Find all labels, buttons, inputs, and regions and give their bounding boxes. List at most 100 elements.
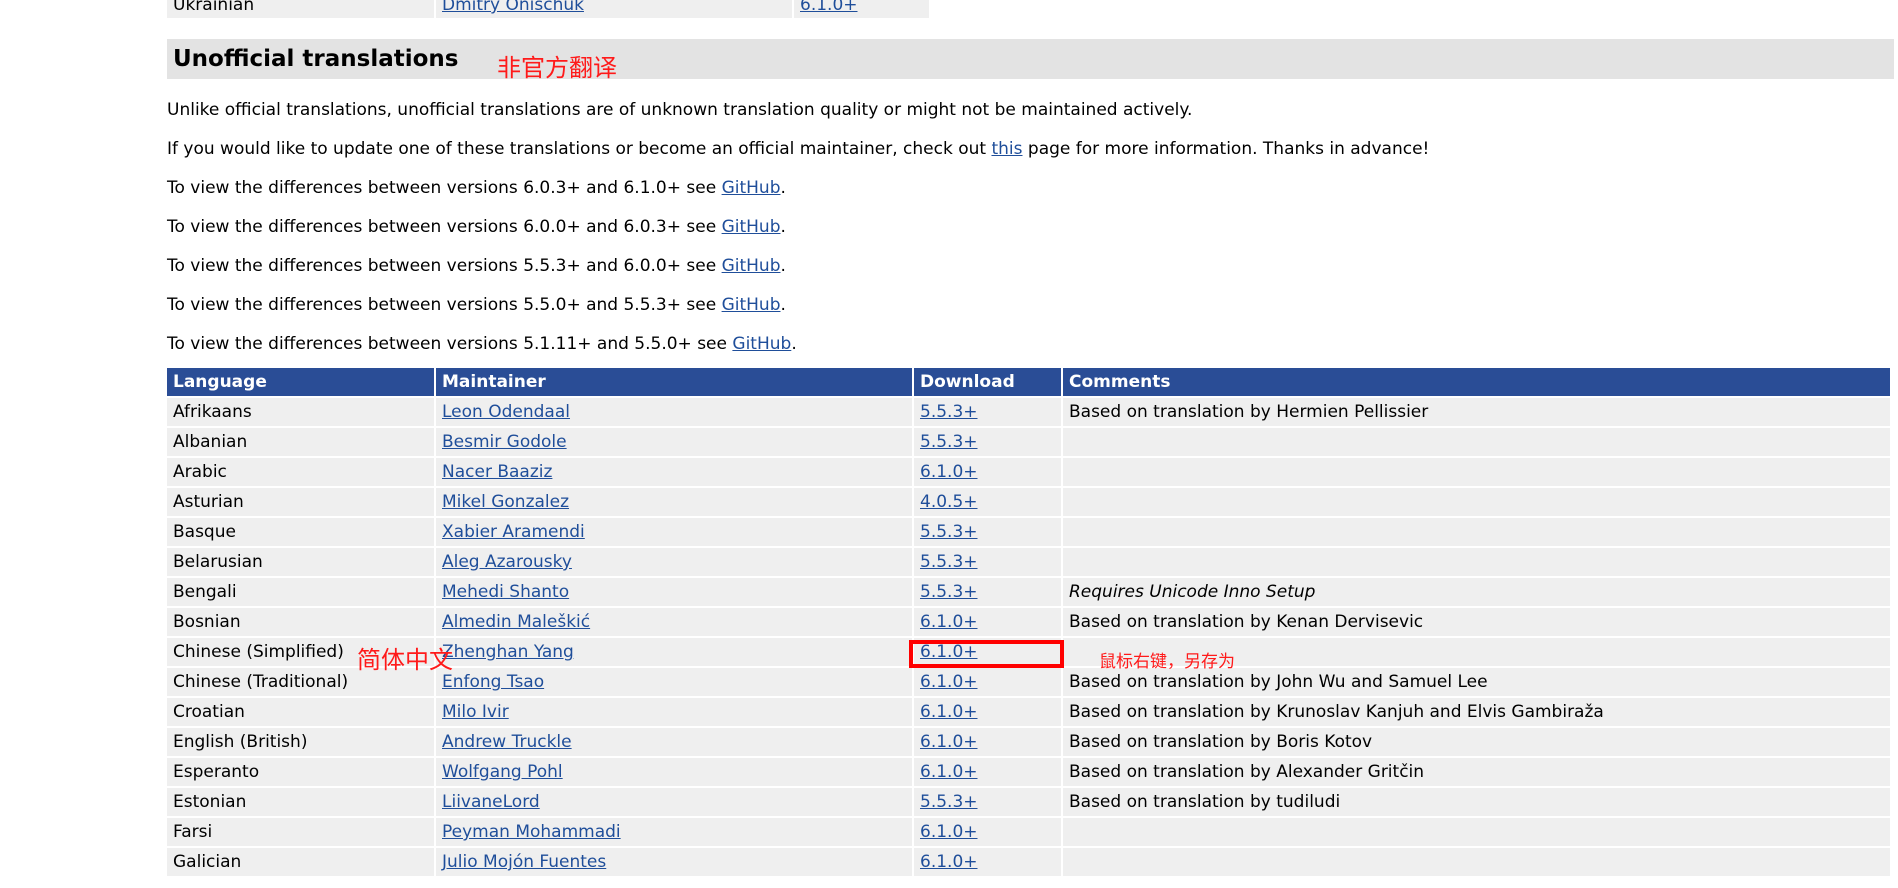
maintainer-cell: Nacer Baaziz — [436, 458, 912, 486]
diff-text: To view the differences between versions… — [167, 334, 733, 354]
maintainer-cell: Mehedi Shanto — [436, 578, 912, 606]
comment-cell: Based on translation by Hermien Pellissi… — [1063, 398, 1890, 426]
diff-paragraph: To view the differences between versions… — [167, 256, 786, 276]
maintainer-cell: Peyman Mohammadi — [436, 818, 912, 846]
language-cell: Bengali — [167, 578, 434, 606]
diff-text: To view the differences between versions… — [167, 217, 722, 237]
maintainer-link[interactable]: Wolfgang Pohl — [442, 762, 563, 782]
comment-cell — [1063, 488, 1890, 516]
maintainer-link[interactable]: Xabier Aramendi — [442, 522, 585, 542]
diff-end: . — [780, 256, 786, 276]
table-row: Albanian Besmir Godole 5.5.3+ — [167, 428, 1890, 456]
download-cell: 5.5.3+ — [914, 788, 1061, 816]
download-cell: 6.1.0+ — [914, 458, 1061, 486]
maintainer-link[interactable]: Besmir Godole — [442, 432, 567, 452]
top-row-download-link[interactable]: 6.1.0+ — [800, 0, 858, 15]
maintainer-link[interactable]: Peyman Mohammadi — [442, 822, 621, 842]
comment-cell — [1063, 518, 1890, 546]
update-text-after: page for more information. Thanks in adv… — [1022, 139, 1430, 159]
language-cell: Esperanto — [167, 758, 434, 786]
comment-cell — [1063, 428, 1890, 456]
download-link[interactable]: 6.1.0+ — [920, 762, 978, 782]
download-link[interactable]: 6.1.0+ — [920, 612, 978, 632]
download-link[interactable]: 5.5.3+ — [920, 792, 978, 812]
table-row: Afrikaans Leon Odendaal 5.5.3+ Based on tra… — [167, 398, 1890, 426]
download-link[interactable]: 6.1.0+ — [920, 462, 978, 482]
diff-end: . — [780, 295, 786, 315]
maintainer-cell: Julio Mojón Fuentes — [436, 848, 912, 876]
download-link[interactable]: 5.5.3+ — [920, 432, 978, 452]
table-row: Asturian Mikel Gonzalez 4.0.5+ — [167, 488, 1890, 516]
maintainer-link[interactable]: Zhenghan Yang — [442, 642, 574, 662]
maintainer-link[interactable]: Mikel Gonzalez — [442, 492, 569, 512]
this-page-link[interactable]: this — [991, 139, 1022, 159]
language-cell: Croatian — [167, 698, 434, 726]
maintainer-cell: LiivaneLord — [436, 788, 912, 816]
maintainer-cell: Leon Odendaal — [436, 398, 912, 426]
top-row-maintainer: Dmitry Onischuk — [436, 0, 792, 18]
diff-end: . — [791, 334, 797, 354]
comment-cell — [1063, 818, 1890, 846]
download-link[interactable]: 6.1.0+ — [920, 672, 978, 692]
diff-paragraph: To view the differences between versions… — [167, 178, 786, 198]
header-comments: Comments — [1063, 368, 1890, 396]
maintainer-link[interactable]: Mehedi Shanto — [442, 582, 569, 602]
maintainer-link[interactable]: Andrew Truckle — [442, 732, 572, 752]
maintainer-cell: Zhenghan Yang — [436, 638, 912, 666]
github-link[interactable]: GitHub — [722, 178, 781, 198]
comment-cell: Based on translation by Boris Kotov — [1063, 728, 1890, 756]
download-link[interactable]: 6.1.0+ — [920, 732, 978, 752]
top-partial-row: Ukrainian Dmitry Onischuk 6.1.0+ — [167, 0, 1894, 18]
header-download: Download — [914, 368, 1061, 396]
comment-cell: Based on translation by Krunoslav Kanjuh… — [1063, 698, 1890, 726]
diff-paragraph: To view the differences between versions… — [167, 334, 797, 354]
maintainer-link[interactable]: LiivaneLord — [442, 792, 540, 812]
annotation-unofficial: 非官方翻译 — [497, 54, 617, 82]
download-link[interactable]: 5.5.3+ — [920, 402, 978, 422]
intro-paragraph: Unlike official translations, unofficial… — [167, 100, 1193, 120]
maintainer-cell: Andrew Truckle — [436, 728, 912, 756]
top-row-download: 6.1.0+ — [794, 0, 929, 18]
download-link[interactable]: 5.5.3+ — [920, 552, 978, 572]
maintainer-link[interactable]: Julio Mojón Fuentes — [442, 852, 606, 872]
download-link[interactable]: 5.5.3+ — [920, 582, 978, 602]
update-paragraph: If you would like to update one of these… — [167, 139, 1429, 159]
github-link[interactable]: GitHub — [732, 334, 791, 354]
download-cell: 5.5.3+ — [914, 578, 1061, 606]
maintainer-cell: Aleg Azarousky — [436, 548, 912, 576]
annotation-simplified-chinese: 简体中文 — [357, 646, 453, 674]
download-link[interactable]: 5.5.3+ — [920, 522, 978, 542]
maintainer-cell: Besmir Godole — [436, 428, 912, 456]
download-cell: 6.1.0+ — [914, 818, 1061, 846]
download-link[interactable]: 4.0.5+ — [920, 492, 978, 512]
table-row: Galician Julio Mojón Fuentes 6.1.0+ — [167, 848, 1890, 876]
download-link[interactable]: 6.1.0+ — [920, 702, 978, 722]
github-link[interactable]: GitHub — [722, 295, 781, 315]
download-link[interactable]: 6.1.0+ — [920, 822, 978, 842]
top-row-maintainer-link[interactable]: Dmitry Onischuk — [442, 0, 584, 15]
download-cell: 6.1.0+ — [914, 668, 1061, 696]
github-link[interactable]: GitHub — [722, 256, 781, 276]
maintainer-link[interactable]: Aleg Azarousky — [442, 552, 572, 572]
maintainer-link[interactable]: Enfong Tsao — [442, 672, 544, 692]
download-cell: 6.1.0+ — [914, 608, 1061, 636]
download-cell: 6.1.0+ — [914, 698, 1061, 726]
language-cell: Afrikaans — [167, 398, 434, 426]
language-cell: Bosnian — [167, 608, 434, 636]
download-link[interactable]: 6.1.0+ — [920, 852, 978, 872]
maintainer-link[interactable]: Milo Ivir — [442, 702, 509, 722]
language-cell: Albanian — [167, 428, 434, 456]
download-cell: 4.0.5+ — [914, 488, 1061, 516]
download-cell: 5.5.3+ — [914, 428, 1061, 456]
maintainer-link[interactable]: Leon Odendaal — [442, 402, 570, 422]
top-row-language: Ukrainian — [167, 0, 434, 18]
comment-cell: Requires Unicode Inno Setup — [1063, 578, 1890, 606]
language-cell: Farsi — [167, 818, 434, 846]
maintainer-link[interactable]: Nacer Baaziz — [442, 462, 552, 482]
highlight-box — [909, 640, 1064, 668]
table-row: Basque Xabier Aramendi 5.5.3+ — [167, 518, 1890, 546]
diff-paragraph: To view the differences between versions… — [167, 217, 786, 237]
header-language: Language — [167, 368, 434, 396]
github-link[interactable]: GitHub — [722, 217, 781, 237]
maintainer-link[interactable]: Almedin Maleškić — [442, 612, 590, 632]
